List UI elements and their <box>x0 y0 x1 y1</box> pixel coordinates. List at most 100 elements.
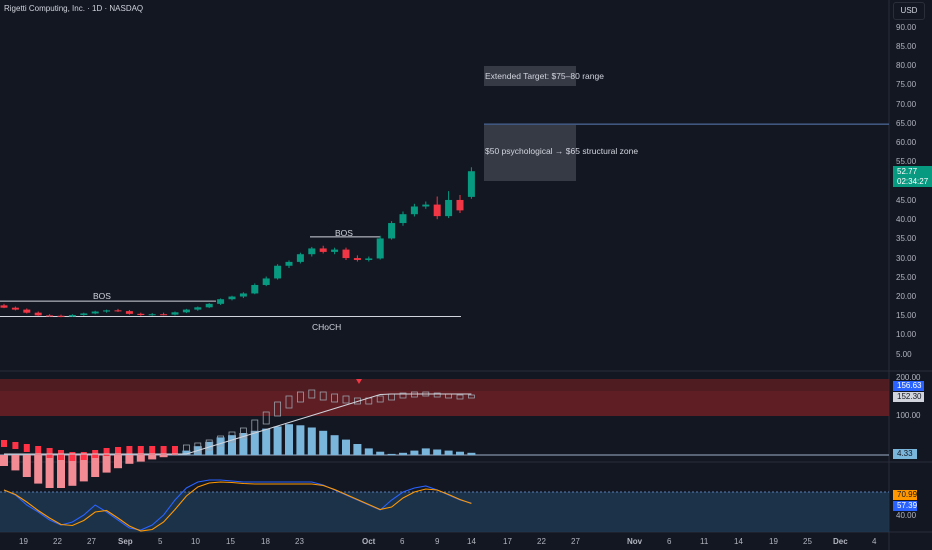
ind1-histogram-bar <box>91 455 100 477</box>
candle-body <box>80 313 88 315</box>
ind2-badge-b: 57.39 <box>893 501 917 511</box>
time-tick: 15 <box>226 537 235 546</box>
chart-canvas[interactable] <box>0 0 932 550</box>
ind1-histogram-bar <box>159 455 168 458</box>
countdown-timer: 02:34:27 <box>897 177 929 186</box>
candle-body <box>456 199 464 211</box>
candle-body <box>194 307 202 310</box>
time-tick: 19 <box>769 537 778 546</box>
price-tick: 5.00 <box>896 350 912 359</box>
candle-body <box>296 254 304 262</box>
price-tick: 55.00 <box>896 157 917 166</box>
ind1-histogram-bar <box>330 435 339 455</box>
time-tick: 19 <box>19 537 28 546</box>
candle-body <box>68 314 76 317</box>
time-tick: 27 <box>87 537 96 546</box>
candle-body <box>160 314 168 316</box>
choch-label: CHoCH <box>312 322 342 332</box>
ind1-badge-b: 152.30 <box>893 392 924 402</box>
ind1-badge-a: 156.63 <box>893 381 924 391</box>
candle-body <box>353 258 361 260</box>
ind1-histogram-bar <box>307 427 316 455</box>
price-tick: 10.00 <box>896 330 917 339</box>
price-tick: 85.00 <box>896 42 917 51</box>
ind1-histogram-bar <box>467 452 476 455</box>
price-tick: 20.00 <box>896 292 917 301</box>
ind1-histogram-bar <box>376 451 385 455</box>
candle-body <box>445 199 453 217</box>
ind1-histogram-bar <box>114 455 122 469</box>
time-tick: 22 <box>537 537 546 546</box>
ind1-candle <box>12 442 19 449</box>
ind1-histogram-bar <box>250 430 259 455</box>
time-tick: 6 <box>667 537 672 546</box>
price-tick: 35.00 <box>896 234 917 243</box>
candle-body <box>91 311 99 314</box>
time-tick: 23 <box>295 537 304 546</box>
candle-body <box>103 310 111 312</box>
time-tick: Sep <box>118 537 133 546</box>
ind1-histogram-bar <box>34 455 43 484</box>
candle-body <box>388 223 396 239</box>
ind1-histogram-bar <box>433 449 442 455</box>
price-tick: 90.00 <box>896 23 917 32</box>
time-tick: 17 <box>503 537 512 546</box>
bos-label-2: BOS <box>335 228 353 238</box>
candle-body <box>342 249 350 259</box>
bos-label-1: BOS <box>93 291 111 301</box>
ind1-histogram-bar <box>45 455 54 488</box>
ind1-histogram-bar <box>410 450 419 455</box>
time-tick: 11 <box>700 537 709 546</box>
ind1-histogram-bar <box>273 426 282 455</box>
candle-body <box>0 305 8 308</box>
candle-body <box>217 299 225 304</box>
ind1-candle <box>23 444 30 452</box>
ind1-histogram-bar <box>399 452 407 455</box>
ind1-histogram-bar <box>125 455 134 464</box>
time-tick: 14 <box>734 537 743 546</box>
price-tick: 40.00 <box>896 215 917 224</box>
candle-body <box>262 278 270 285</box>
ind1-candle <box>80 452 87 460</box>
ind1-candle <box>126 446 133 454</box>
price-tick: 80.00 <box>896 61 917 70</box>
price-tick: 45.00 <box>896 196 917 205</box>
time-tick: Dec <box>833 537 848 546</box>
ind1-tick: 100.00 <box>896 411 921 420</box>
ind1-candle <box>69 452 76 461</box>
ind1-histogram-bar <box>456 451 464 455</box>
ind1-histogram-bar <box>319 430 328 455</box>
price-tick: 60.00 <box>896 138 917 147</box>
ind1-candle <box>46 448 53 458</box>
time-tick: Nov <box>627 537 643 546</box>
candle-body <box>11 307 19 310</box>
structural-zone-label: $50 psychological → $65 structural zone <box>485 146 639 156</box>
time-tick: 4 <box>872 537 877 546</box>
time-tick: 22 <box>53 537 62 546</box>
candle-body <box>365 258 373 260</box>
time-tick: 18 <box>261 537 270 546</box>
candle-body <box>399 214 407 224</box>
candle-body <box>228 296 236 300</box>
time-tick: 6 <box>400 537 405 546</box>
candle-body <box>331 249 339 252</box>
currency-button[interactable]: USD <box>893 2 925 20</box>
candle-body <box>467 171 475 197</box>
time-tick: Oct <box>362 537 376 546</box>
time-tick: 25 <box>803 537 812 546</box>
ind1-histogram-bar <box>353 444 362 455</box>
ind1-histogram-bar <box>364 448 373 455</box>
candle-body <box>46 315 54 317</box>
candle-body <box>148 314 156 316</box>
time-tick: 14 <box>467 537 476 546</box>
ind1-histogram-bar <box>148 455 157 460</box>
candle-body <box>114 310 122 312</box>
last-price-value: 52.77 <box>897 167 918 176</box>
time-tick: 9 <box>435 537 440 546</box>
candle-body <box>251 284 259 294</box>
ind1-candle <box>1 440 7 447</box>
ind1-candle <box>103 448 110 456</box>
ind1-histogram-bar <box>0 455 8 466</box>
ind2-tick: 40.00 <box>896 511 917 520</box>
price-tick: 25.00 <box>896 273 917 282</box>
